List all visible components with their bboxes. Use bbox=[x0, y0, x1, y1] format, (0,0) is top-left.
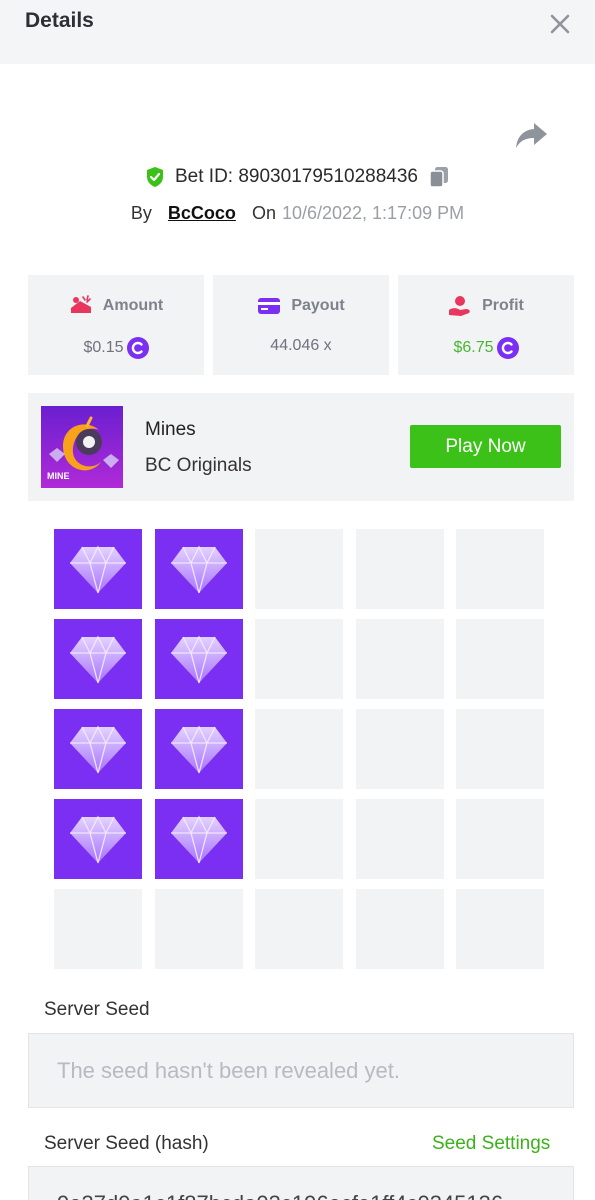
gem-icon bbox=[171, 725, 227, 774]
mine-tile-gem bbox=[54, 619, 142, 699]
server-seed-field[interactable]: The seed hasn't been revealed yet. bbox=[28, 1033, 574, 1108]
mine-tile-empty bbox=[255, 529, 343, 609]
gem-icon bbox=[70, 815, 126, 864]
profit-icon bbox=[449, 296, 470, 316]
mine-tile-gem bbox=[54, 529, 142, 609]
profit-card: Profit $6.75 bbox=[398, 275, 574, 375]
share-icon[interactable] bbox=[514, 121, 548, 151]
mine-tile-empty bbox=[456, 709, 544, 789]
mine-tile-empty bbox=[456, 799, 544, 879]
bet-byline: By BcCoco On 10/6/2022, 1:17:09 PM bbox=[0, 200, 595, 226]
bet-id: Bet ID: 89030179510288436 bbox=[175, 166, 418, 187]
mine-tile-gem bbox=[155, 529, 243, 609]
mine-tile-empty bbox=[456, 889, 544, 969]
on-label: On bbox=[251, 202, 276, 223]
thumbnail-label: MINE bbox=[47, 471, 70, 481]
gem-icon bbox=[70, 635, 126, 684]
mine-tile-gem bbox=[155, 709, 243, 789]
mine-tile-empty bbox=[255, 889, 343, 969]
profit-value: $6.75 bbox=[453, 339, 494, 356]
game-provider: BC Originals bbox=[145, 455, 252, 476]
mine-tile-gem bbox=[54, 709, 142, 789]
profit-label: Profit bbox=[482, 297, 524, 314]
details-header: Details bbox=[0, 0, 595, 64]
server-seed-hash-label: Server Seed (hash) bbox=[44, 1133, 209, 1154]
mine-tile-empty bbox=[356, 799, 444, 879]
mine-tile-empty bbox=[356, 619, 444, 699]
payout-value: 44.046 x bbox=[270, 337, 332, 354]
seed-settings-link[interactable]: Seed Settings bbox=[432, 1133, 550, 1155]
mine-tile-gem bbox=[155, 619, 243, 699]
payout-card-icon bbox=[258, 298, 281, 314]
mine-tile-empty bbox=[356, 529, 444, 609]
gem-icon bbox=[171, 545, 227, 594]
mines-game-thumbnail[interactable]: MINE bbox=[41, 406, 123, 488]
mine-tile-empty bbox=[54, 889, 142, 969]
server-seed-hash-value: 9e37d0a1c1f87bcda03c196ecfe1ff4c0345136 bbox=[57, 1191, 567, 1200]
gem-icon bbox=[171, 635, 227, 684]
server-seed-value: The seed hasn't been revealed yet. bbox=[57, 1058, 400, 1083]
amount-label: Amount bbox=[102, 297, 164, 314]
bet-stats: Amount $0.15 Payout 44.046 x Profit $6.7… bbox=[28, 275, 574, 375]
game-card: MINE Mines BC Originals Play Now bbox=[28, 393, 574, 501]
mine-tile-empty bbox=[255, 799, 343, 879]
bet-datetime: 10/6/2022, 1:17:09 PM bbox=[281, 202, 465, 223]
mines-board bbox=[54, 529, 544, 969]
game-name: Mines bbox=[145, 419, 196, 440]
mine-tile-empty bbox=[255, 619, 343, 699]
payout-label: Payout bbox=[291, 297, 345, 314]
mine-tile-empty bbox=[356, 889, 444, 969]
verified-shield-icon bbox=[147, 167, 163, 187]
bc-coin-icon bbox=[126, 337, 149, 359]
mine-tile-gem bbox=[155, 799, 243, 879]
server-seed-label: Server Seed bbox=[44, 999, 150, 1020]
gem-icon bbox=[70, 545, 126, 594]
amount-card: Amount $0.15 bbox=[28, 275, 204, 375]
by-label: By bbox=[130, 202, 152, 223]
close-icon[interactable] bbox=[548, 12, 572, 36]
mine-tile-empty bbox=[456, 619, 544, 699]
mine-tile-empty bbox=[255, 709, 343, 789]
copy-icon[interactable] bbox=[428, 165, 450, 189]
server-seed-hash-field[interactable]: 9e37d0a1c1f87bcda03c196ecfe1ff4c0345136 bbox=[28, 1166, 574, 1200]
amount-value: $0.15 bbox=[83, 339, 124, 356]
bet-id-row: Bet ID: 89030179510288436 bbox=[0, 164, 595, 190]
amount-icon bbox=[70, 295, 91, 313]
username-link[interactable]: BcCoco bbox=[168, 203, 236, 224]
mine-tile-empty bbox=[456, 529, 544, 609]
payout-card: Payout 44.046 x bbox=[213, 275, 389, 375]
play-now-button[interactable]: Play Now bbox=[410, 425, 561, 468]
mine-tile-empty bbox=[155, 889, 243, 969]
gem-icon bbox=[171, 815, 227, 864]
mine-tile-empty bbox=[356, 709, 444, 789]
bc-coin-icon bbox=[496, 337, 519, 359]
page-title: Details bbox=[25, 9, 94, 32]
gem-icon bbox=[70, 725, 126, 774]
mine-tile-gem bbox=[54, 799, 142, 879]
